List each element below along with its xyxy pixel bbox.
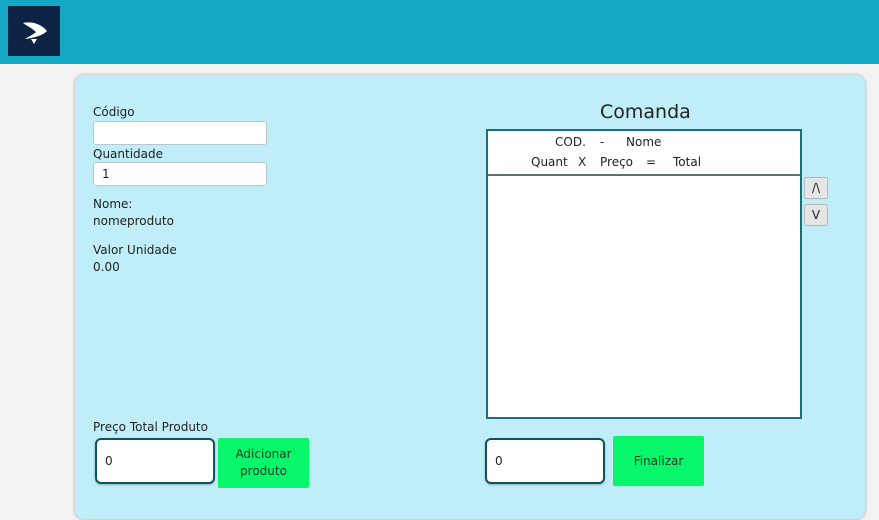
comanda-total-field[interactable]: 0 [485, 438, 605, 484]
comanda-title: Comanda [600, 101, 691, 123]
add-product-button[interactable]: Adicionar produto [218, 438, 309, 488]
valor-unidade-label: Valor Unidade [93, 243, 177, 257]
header-eq: = [646, 155, 657, 169]
header-quant: Quant [531, 155, 568, 169]
header-divider [488, 174, 800, 176]
top-bar [0, 0, 879, 64]
header-preco: Preço [600, 155, 634, 169]
scroll-up-button[interactable]: /\ [804, 177, 828, 199]
quantidade-label: Quantidade [93, 147, 164, 161]
main-panel: Código Quantidade 1 Nome: nomeproduto Va… [75, 75, 865, 519]
quantidade-input[interactable]: 1 [93, 162, 267, 186]
comanda-list[interactable]: COD. - Nome Quant X Preço = Total [486, 129, 802, 419]
preco-total-label: Preço Total Produto [93, 420, 208, 434]
scroll-down-button[interactable]: V [804, 204, 828, 226]
nome-value: nomeproduto [93, 214, 174, 228]
nome-label: Nome: [93, 197, 133, 211]
finalize-button[interactable]: Finalizar [613, 436, 704, 486]
header-nome: Nome [626, 135, 662, 149]
header-x: X [578, 155, 587, 169]
app-logo-icon[interactable] [8, 6, 60, 56]
header-cod: COD. [555, 135, 586, 149]
preco-total-field[interactable]: 0 [95, 438, 215, 484]
header-dash: - [600, 135, 605, 149]
codigo-input[interactable] [93, 121, 267, 145]
codigo-label: Código [93, 105, 135, 119]
header-total: Total [673, 155, 702, 169]
valor-unidade-value: 0.00 [93, 260, 120, 274]
